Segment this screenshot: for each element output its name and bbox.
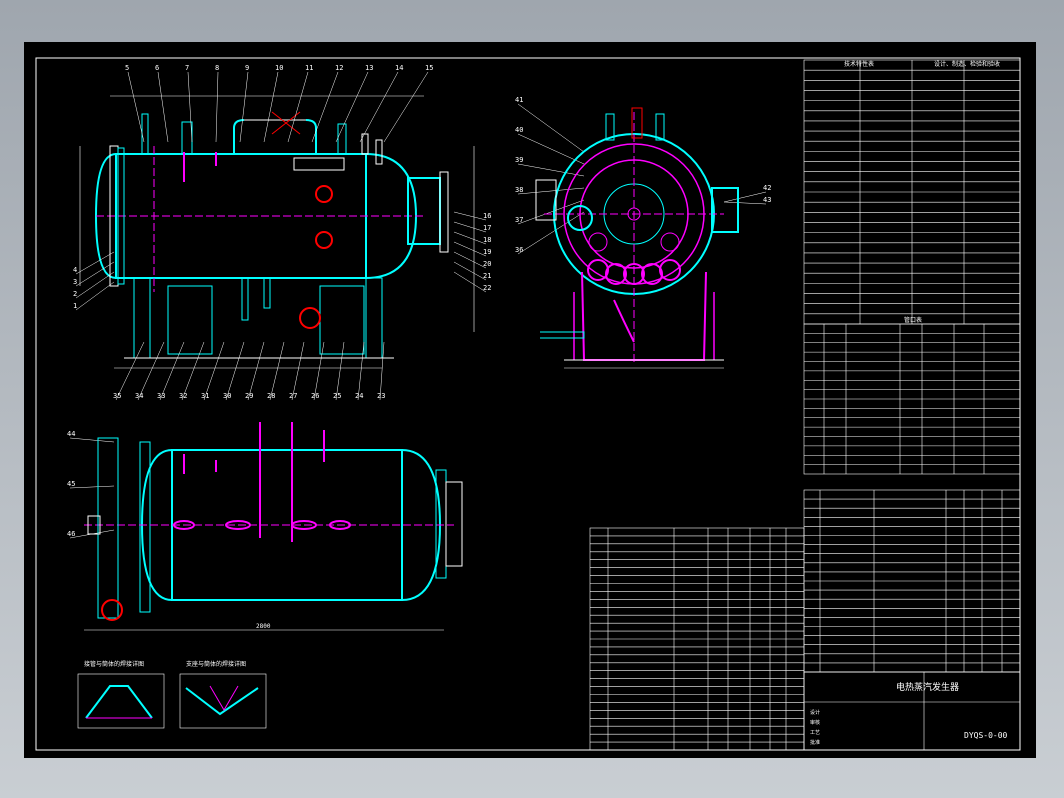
balloon-right-22: 22 bbox=[483, 284, 491, 292]
detail-views: 接管与筒体的焊接详图 支座与筒体的焊接详图 bbox=[77, 660, 267, 729]
balloon-top-9: 9 bbox=[245, 64, 249, 72]
balloon-side-43: 43 bbox=[763, 196, 771, 204]
title-block: 电热蒸汽发生器 DYQS-0-00 设计 审核 工艺 批准 bbox=[803, 671, 1021, 751]
balloon-side-38: 38 bbox=[515, 186, 523, 194]
balloon-right-18: 18 bbox=[483, 236, 491, 244]
leader-line bbox=[453, 241, 487, 257]
balloon-right-21: 21 bbox=[483, 272, 491, 280]
side-view bbox=[535, 107, 739, 369]
balloon-bottom-32: 32 bbox=[179, 392, 187, 400]
balloon-topview-46: 46 bbox=[67, 530, 75, 538]
balloon-side-39: 39 bbox=[515, 156, 523, 164]
top-view bbox=[84, 422, 463, 631]
balloon-side-42: 42 bbox=[763, 184, 771, 192]
leader-line bbox=[157, 71, 169, 143]
detail-label-1: 接管与筒体的焊接详图 bbox=[84, 660, 144, 668]
balloon-top-6: 6 bbox=[155, 64, 159, 72]
title-row-approve: 批准 bbox=[810, 739, 820, 746]
balloon-bottom-27: 27 bbox=[289, 392, 297, 400]
balloon-right-17: 17 bbox=[483, 224, 491, 232]
balloon-top-15: 15 bbox=[425, 64, 433, 72]
leader-line bbox=[517, 187, 585, 195]
leader-line bbox=[127, 71, 145, 143]
balloon-bottom-26: 26 bbox=[311, 392, 319, 400]
leader-line bbox=[287, 71, 309, 143]
leader-line bbox=[69, 485, 115, 489]
balloon-top-8: 8 bbox=[215, 64, 219, 72]
leader-line bbox=[453, 231, 487, 245]
balloon-top-14: 14 bbox=[395, 64, 403, 72]
leader-line bbox=[453, 221, 487, 233]
leader-line bbox=[723, 201, 767, 205]
title-row-design: 设计 bbox=[810, 709, 820, 716]
title-row-review: 审核 bbox=[810, 719, 820, 726]
nozzle-table-title: 管口表 bbox=[904, 316, 922, 324]
leader-line bbox=[187, 71, 193, 143]
leader-line bbox=[453, 251, 487, 269]
balloon-top-13: 13 bbox=[365, 64, 373, 72]
leader-line bbox=[383, 71, 429, 143]
balloon-top-12: 12 bbox=[335, 64, 343, 72]
drawing-number: DYQS-0-00 bbox=[964, 731, 1008, 740]
balloon-side-41: 41 bbox=[515, 96, 523, 104]
leader-line bbox=[517, 103, 585, 153]
balloon-topview-44: 44 bbox=[67, 430, 75, 438]
balloon-side-40: 40 bbox=[515, 126, 523, 134]
drawing-sheet: 5 6 7 8 9 10 11 12 13 14 15 4 3 2 1 35 34 33 32 31 30 29 28 27 2… bbox=[24, 42, 1036, 758]
leader-line bbox=[335, 71, 369, 143]
leader-line bbox=[517, 211, 585, 255]
cad-drawing: 5 6 7 8 9 10 11 12 13 14 15432135 34 33 32 31 30 29 28 27 2… bbox=[35, 57, 1021, 751]
balloon-top-7: 7 bbox=[185, 64, 189, 72]
balloon-bottom-34: 34 bbox=[135, 392, 143, 400]
balloon-bottom-24: 24 bbox=[355, 392, 363, 400]
balloon-top-10: 10 bbox=[275, 64, 283, 72]
balloon-left-1: 1 bbox=[73, 302, 77, 310]
balloon-top-5: 5 bbox=[125, 64, 129, 72]
balloon-left-2: 2 bbox=[73, 290, 77, 298]
balloon-bottom-23: 23 bbox=[377, 392, 385, 400]
detail-label-2: 支座与筒体的焊接详图 bbox=[186, 660, 246, 668]
balloon-side-36: 36 bbox=[515, 246, 523, 254]
leader-line bbox=[215, 71, 219, 143]
spec-table-title: 技术特性表 bbox=[844, 60, 874, 68]
overall-dimension: 2800 bbox=[256, 623, 271, 630]
balloon-right-20: 20 bbox=[483, 260, 491, 268]
leader-line bbox=[723, 191, 767, 203]
leader-line bbox=[75, 271, 115, 299]
leader-line bbox=[359, 71, 399, 143]
title-row-process: 工艺 bbox=[810, 730, 820, 736]
leader-line bbox=[69, 437, 115, 443]
balloon-bottom-31: 31 bbox=[201, 392, 209, 400]
leader-line bbox=[311, 71, 339, 143]
drawing-title: 电热蒸汽发生器 bbox=[896, 681, 959, 693]
balloon-left-3: 3 bbox=[73, 278, 77, 286]
balloon-right-16: 16 bbox=[483, 212, 491, 220]
leader-line bbox=[75, 281, 115, 311]
spec-table-title-2: 设计、制造、检验和验收 bbox=[934, 60, 1000, 68]
leader-line bbox=[453, 211, 487, 221]
balloon-bottom-25: 25 bbox=[333, 392, 341, 400]
front-view bbox=[79, 95, 475, 369]
balloon-top-11: 11 bbox=[305, 64, 313, 72]
balloon-right-19: 19 bbox=[483, 248, 491, 256]
leader-line bbox=[239, 71, 249, 143]
leader-line bbox=[453, 271, 487, 293]
balloon-bottom-29: 29 bbox=[245, 392, 253, 400]
balloon-bottom-28: 28 bbox=[267, 392, 275, 400]
balloon-bottom-30: 30 bbox=[223, 392, 231, 400]
balloon-bottom-35: 35 bbox=[113, 392, 121, 400]
balloon-bottom-33: 33 bbox=[157, 392, 165, 400]
leader-line bbox=[517, 163, 585, 177]
balloon-left-4: 4 bbox=[73, 266, 77, 274]
leader-line bbox=[75, 251, 115, 275]
balloon-topview-45: 45 bbox=[67, 480, 75, 488]
balloon-side-37: 37 bbox=[515, 216, 523, 224]
leader-line bbox=[453, 261, 487, 281]
